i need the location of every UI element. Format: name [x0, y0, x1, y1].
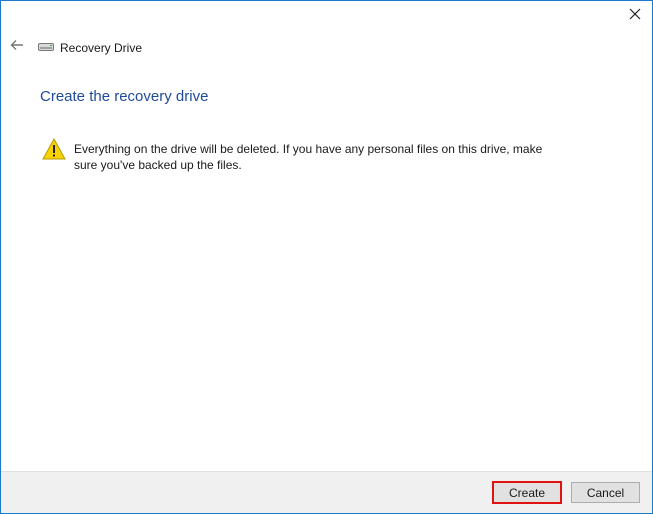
recovery-drive-window: Recovery Drive Create the recovery drive… [0, 0, 653, 514]
close-button[interactable] [618, 1, 652, 31]
cancel-button[interactable]: Cancel [571, 482, 640, 503]
warning-message: Everything on the drive will be deleted.… [42, 137, 554, 173]
app-title: Recovery Drive [60, 41, 143, 55]
create-button[interactable]: Create [492, 481, 562, 504]
app-header: Recovery Drive [38, 39, 142, 57]
footer-bar: Create Cancel [1, 471, 652, 513]
warning-text: Everything on the drive will be deleted.… [74, 142, 543, 172]
drive-icon [38, 39, 54, 57]
page-heading: Create the recovery drive [40, 88, 209, 105]
warning-icon [42, 137, 66, 165]
back-arrow-icon [10, 38, 24, 56]
back-button[interactable] [7, 37, 27, 57]
close-icon [629, 7, 641, 25]
